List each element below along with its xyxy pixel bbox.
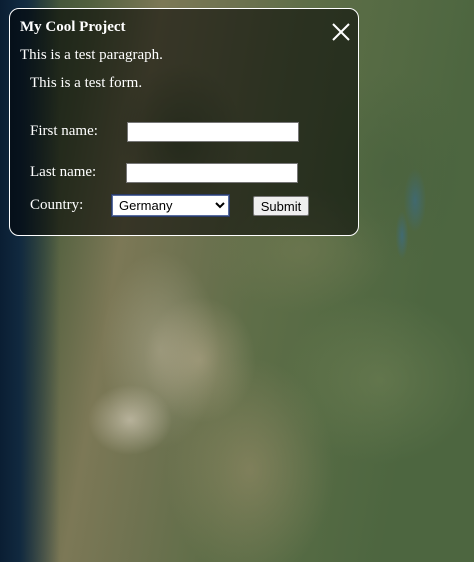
country-label: Country: bbox=[30, 197, 84, 213]
submit-button[interactable]: Submit bbox=[253, 196, 309, 216]
last-name-label: Last name: bbox=[30, 164, 97, 180]
close-x-icon bbox=[332, 23, 350, 41]
project-popup: My Cool Project This is a test paragraph… bbox=[9, 8, 359, 236]
country-select[interactable]: Germany bbox=[111, 194, 230, 217]
form-intro: This is a test form. bbox=[30, 75, 143, 91]
popup-title: My Cool Project bbox=[20, 19, 126, 35]
map-terrain bbox=[100, 250, 220, 450]
first-name-label: First name: bbox=[30, 123, 98, 139]
last-name-input[interactable] bbox=[126, 163, 298, 183]
first-name-input[interactable] bbox=[127, 122, 299, 142]
close-button[interactable] bbox=[330, 21, 352, 43]
test-paragraph: This is a test paragraph. bbox=[20, 47, 163, 63]
